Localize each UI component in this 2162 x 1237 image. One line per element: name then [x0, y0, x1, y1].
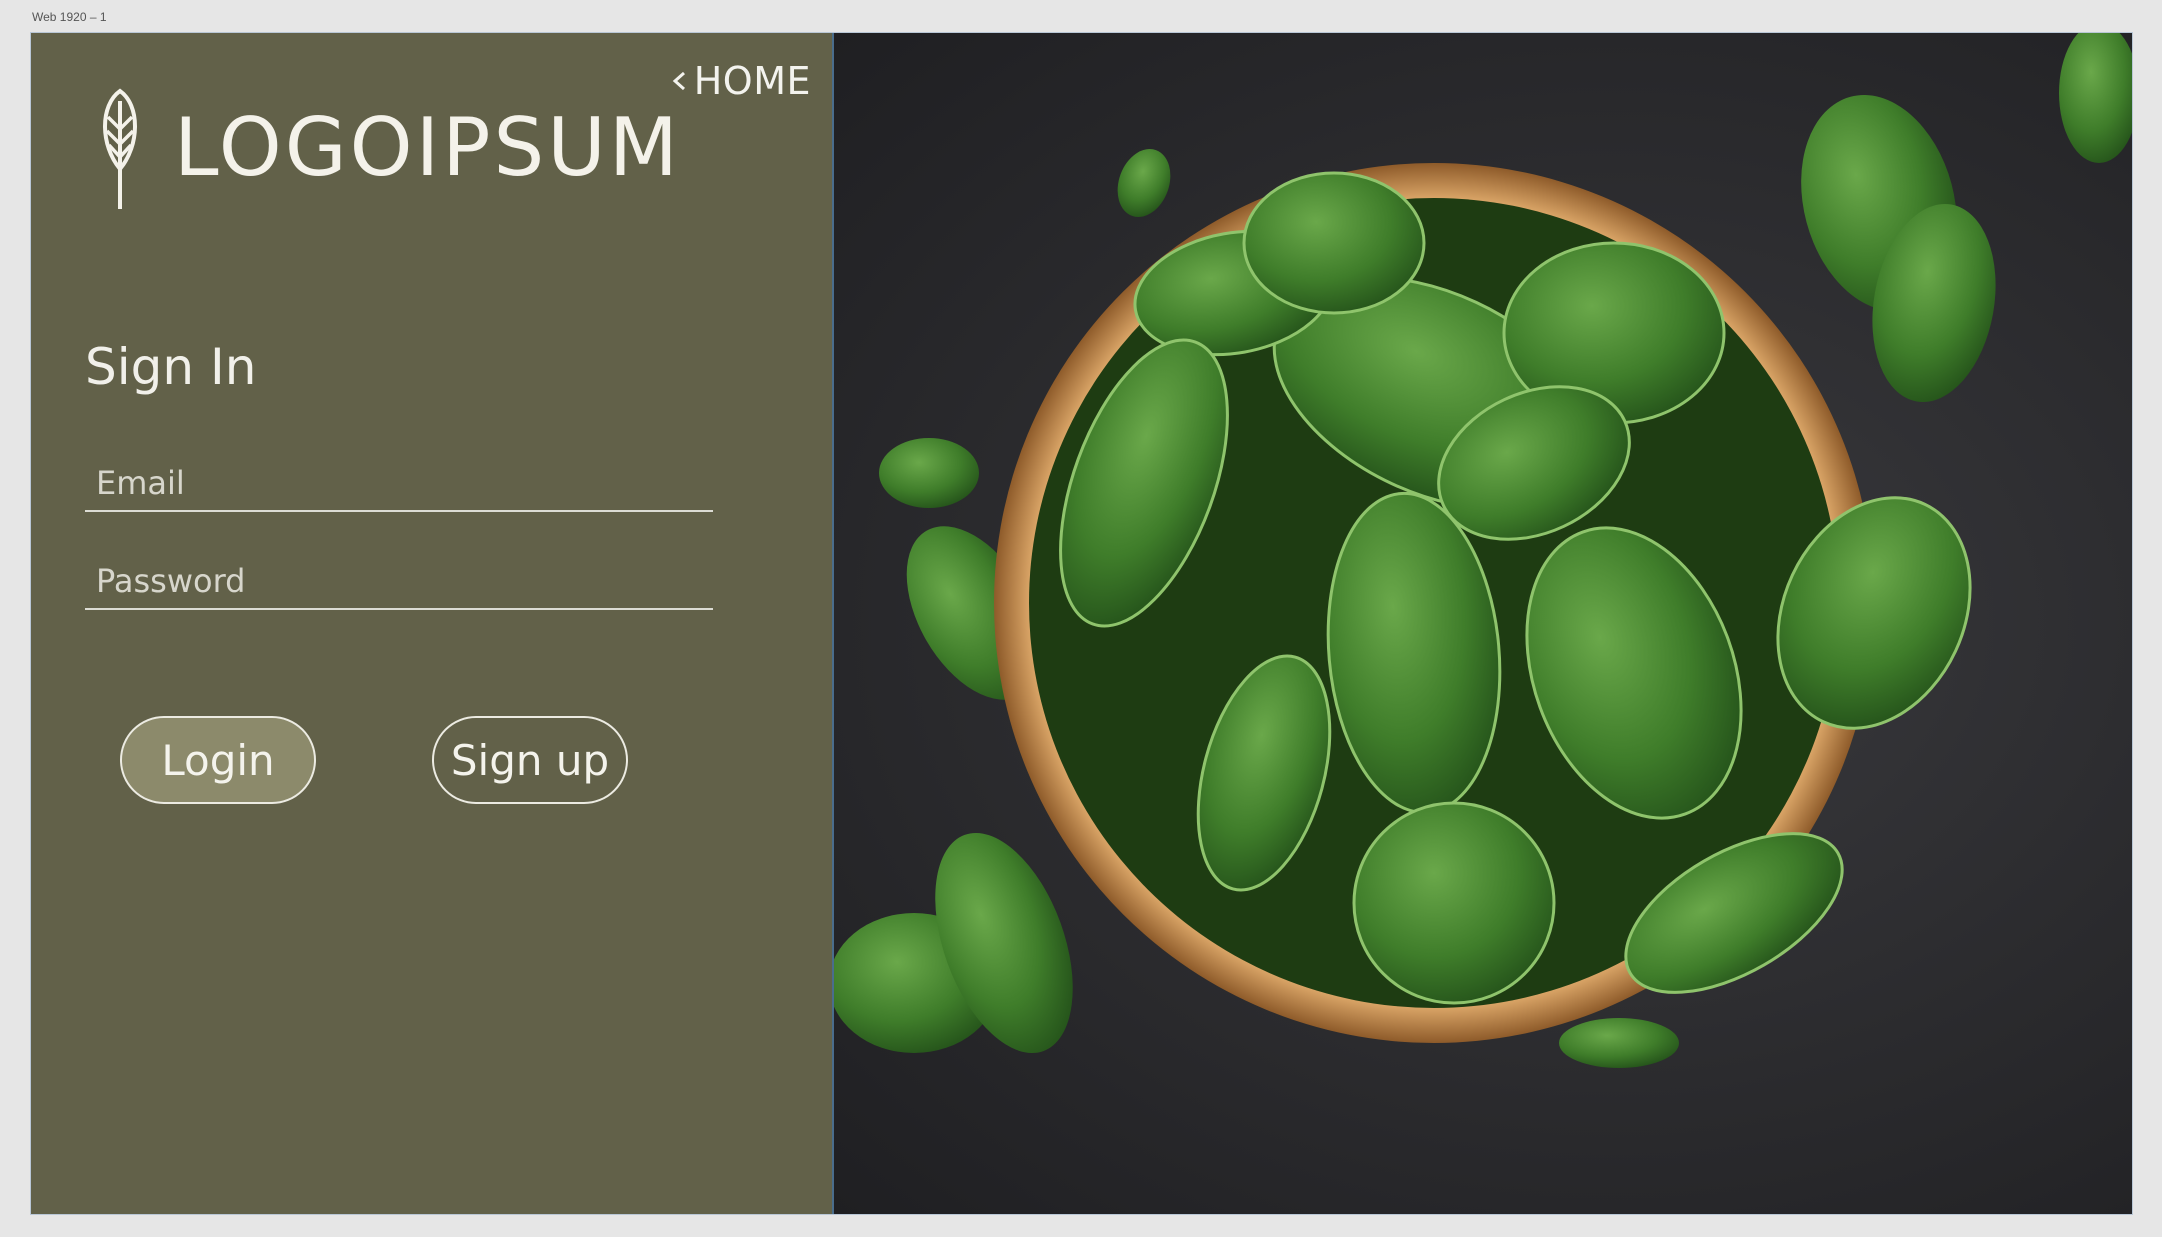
email-input[interactable]: [85, 464, 713, 502]
login-button[interactable]: Login: [120, 716, 316, 804]
logo[interactable]: LOGOIPSUM: [96, 87, 681, 211]
home-label: HOME: [693, 59, 811, 103]
artboard-label: Web 1920 – 1: [32, 10, 107, 24]
home-link[interactable]: HOME: [668, 59, 811, 103]
email-field: [85, 452, 713, 512]
page-title: Sign In: [85, 338, 257, 396]
password-input[interactable]: [85, 562, 713, 600]
hero-image-spinach-bowl: [834, 33, 2132, 1214]
sign-in-panel: HOME LOGOIPSUM Sign In Login Sign up: [31, 33, 834, 1214]
wheat-leaf-icon: [103, 88, 137, 209]
artboard: HOME LOGOIPSUM Sign In Login Sign up: [31, 33, 2132, 1214]
spinach-bowl-illustration: [834, 33, 2132, 1068]
password-field: [85, 550, 713, 610]
sign-up-button[interactable]: Sign up: [432, 716, 628, 804]
brand-wordmark: LOGOIPSUM: [174, 100, 681, 194]
